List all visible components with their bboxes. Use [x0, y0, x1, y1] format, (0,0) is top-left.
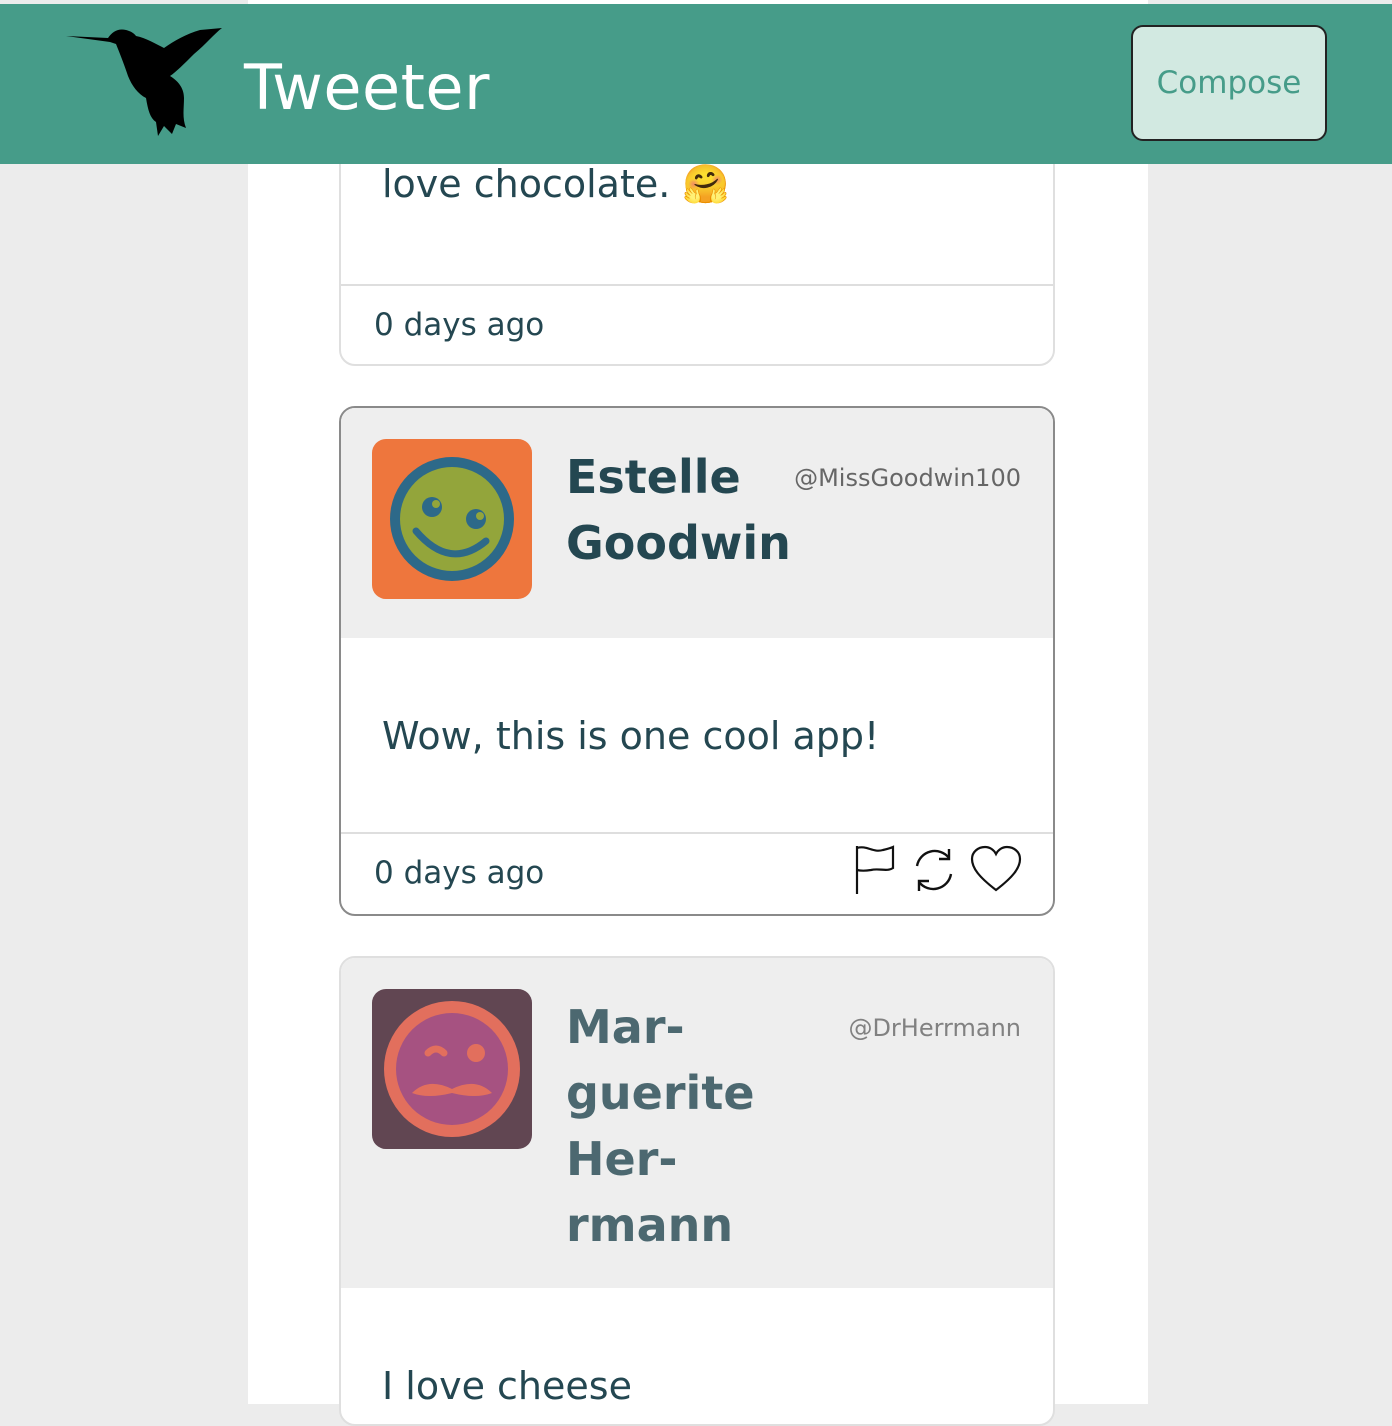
heart-icon[interactable] [969, 844, 1023, 900]
tweet-body: I love cheese [341, 1288, 1053, 1424]
app-title: Tweeter [244, 51, 491, 124]
tweet-actions [853, 844, 1023, 896]
tweet-text: love chocolate. 🤗 [382, 162, 730, 206]
tweet-text: Wow, this is one cool app! [382, 714, 880, 758]
author-handle: @DrHerrmann [848, 1014, 1021, 1042]
tweet-body: Wow, this is one cool app! [341, 638, 1053, 834]
tweet-footer: 0 days ago [341, 286, 1053, 364]
tweet-header: Mar-guerite Her-rmann @DrHerrmann [341, 958, 1053, 1288]
tweet-header: Estelle Goodwin @MissGoodwin100 [341, 408, 1053, 638]
hummingbird-icon [64, 24, 224, 139]
author-handle: @MissGoodwin100 [794, 464, 1021, 492]
flag-icon[interactable] [853, 844, 897, 900]
tweet-footer: 0 days ago [341, 834, 1053, 914]
author-name: Estelle Goodwin [566, 450, 791, 570]
author-name: Mar-guerite Her-rmann [566, 1000, 755, 1252]
tweet-timestamp: 0 days ago [374, 307, 545, 343]
avatar[interactable] [372, 989, 532, 1149]
top-nav: Tweeter Compose [0, 4, 1392, 164]
tweet-card: Mar-guerite Her-rmann @DrHerrmann I love… [339, 956, 1055, 1426]
tweet-card: Estelle Goodwin @MissGoodwin100 Wow, thi… [339, 406, 1055, 916]
avatar[interactable] [372, 439, 532, 599]
retweet-icon[interactable] [909, 844, 959, 900]
compose-button[interactable]: Compose [1131, 25, 1327, 141]
tweet-text: I love cheese [382, 1364, 632, 1408]
tweet-timestamp: 0 days ago [374, 855, 545, 891]
